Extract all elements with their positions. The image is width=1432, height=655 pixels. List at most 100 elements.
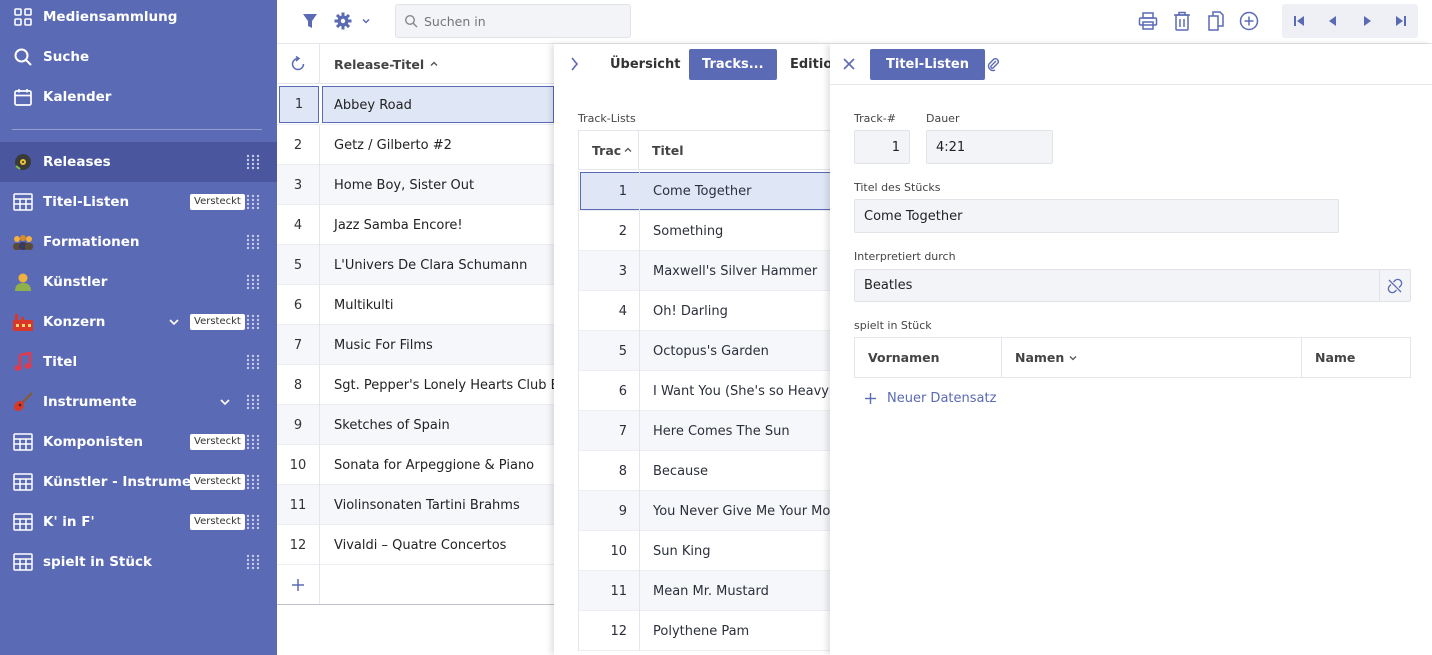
table-header: Release-Titel [277, 44, 554, 84]
search-input[interactable] [424, 13, 624, 29]
trash-icon[interactable] [1171, 10, 1193, 32]
track-row[interactable]: 6 I Want You (She's so Heavy [578, 371, 830, 411]
gear-icon[interactable] [332, 10, 354, 32]
table-row[interactable]: 4 Jazz Samba Encore! [277, 205, 554, 245]
table-row[interactable]: 11 Violinsonaten Tartini Brahms [277, 485, 554, 525]
sidebar-item-label: Künstler - Instrument [43, 474, 208, 490]
close-icon[interactable] [842, 57, 856, 75]
table-row[interactable]: 9 Sketches of Spain [277, 405, 554, 445]
column-header-label: Trac [592, 142, 622, 158]
performed-by-value: Beatles [864, 278, 913, 293]
drag-handle-icon[interactable] [246, 474, 260, 490]
column-header-namen[interactable]: Namen [1015, 338, 1078, 377]
add-circle-icon[interactable] [1238, 10, 1260, 32]
table-row[interactable]: 6 Multikulti [277, 285, 554, 325]
track-row[interactable]: 3 Maxwell's Silver Hammer [578, 251, 830, 291]
sidebar-item-instrumente[interactable]: Instrumente [0, 382, 277, 422]
nav-kalender[interactable]: Kalender [0, 77, 277, 117]
filter-icon[interactable] [299, 10, 321, 32]
track-row[interactable]: 10 Sun King [578, 531, 830, 571]
track-row[interactable]: 7 Here Comes The Sun [578, 411, 830, 451]
next-record-icon[interactable] [1350, 4, 1384, 38]
table-row[interactable]: 12 Vivaldi – Quatre Concertos [277, 525, 554, 565]
track-number: 5 [579, 331, 640, 371]
column-header-vornamen[interactable]: Vornamen [868, 338, 939, 377]
table-icon [12, 511, 34, 533]
search-box[interactable] [395, 4, 631, 38]
track-row[interactable]: 9 You Never Give Me Your Money [578, 491, 831, 531]
tab-uebersicht[interactable]: Übersicht [597, 49, 693, 80]
column-header-label: Release-Titel [334, 56, 425, 72]
drag-handle-icon[interactable] [246, 434, 260, 450]
table-row[interactable]: 8 Sgt. Pepper's Lonely Hearts Club Band [277, 365, 584, 405]
track-row[interactable]: 5 Octopus's Garden [578, 331, 830, 371]
sidebar-item-spielt-in-stueck[interactable]: spielt in Stück [0, 542, 277, 582]
sidebar-item-konzern[interactable]: Konzern Versteckt [0, 302, 277, 342]
track-row[interactable]: 11 Mean Mr. Mustard [578, 571, 830, 611]
column-header-release-title[interactable]: Release-Titel [334, 44, 440, 84]
drag-handle-icon[interactable] [246, 314, 260, 330]
drag-handle-icon[interactable] [246, 354, 260, 370]
table-row[interactable]: 7 Music For Films [277, 325, 554, 365]
chevron-down-icon[interactable] [217, 394, 233, 410]
unlink-icon[interactable] [1379, 270, 1410, 301]
sidebar-item-kuenstler[interactable]: Künstler [0, 262, 277, 302]
track-row[interactable]: 4 Oh! Darling [578, 291, 830, 331]
drag-handle-icon[interactable] [246, 514, 260, 530]
nav-label: Mediensammlung [43, 9, 178, 25]
table-row[interactable]: 5 L'Univers De Clara Schumann [277, 245, 554, 285]
column-header-title[interactable]: Titel [652, 131, 684, 169]
track-title: Polythene Pam [653, 623, 750, 639]
sidebar-item-label: Konzern [43, 314, 106, 330]
drag-handle-icon[interactable] [246, 554, 260, 570]
performed-by-field[interactable]: Beatles [854, 269, 1411, 302]
sidebar-item-formationen[interactable]: Formationen [0, 222, 277, 262]
track-row[interactable]: 2 Something [578, 211, 830, 251]
sidebar-item-releases[interactable]: Releases [0, 142, 277, 182]
column-header-track[interactable]: Trac [579, 131, 639, 169]
tab-tracks[interactable]: Tracks... [689, 49, 777, 80]
drag-handle-icon[interactable] [246, 194, 260, 210]
duration-field[interactable]: 4:21 [926, 130, 1053, 164]
column-header-name[interactable]: Name [1315, 338, 1355, 377]
track-title: Something [653, 223, 724, 239]
attachment-icon[interactable] [986, 56, 1000, 76]
chevron-right-icon[interactable] [566, 56, 582, 76]
track-row[interactable]: 12 Polythene Pam [578, 611, 830, 651]
sidebar-item-titel-listen[interactable]: Titel-Listen Versteckt [0, 182, 277, 222]
add-row-button[interactable] [277, 565, 320, 605]
piece-title-field[interactable]: Come Together [854, 199, 1339, 233]
track-row[interactable]: 1 Come Together [578, 171, 831, 211]
drag-handle-icon[interactable] [246, 274, 260, 290]
last-record-icon[interactable] [1384, 4, 1418, 38]
table-row[interactable]: 1 Abbey Road [277, 85, 554, 125]
drag-handle-icon[interactable] [246, 394, 260, 410]
print-icon[interactable] [1137, 10, 1159, 32]
sidebar-item-label: K' in F' [43, 514, 95, 530]
chevron-down-icon[interactable] [166, 314, 182, 330]
table-row[interactable]: 10 Sonata for Arpeggione & Piano [277, 445, 554, 485]
drag-handle-icon[interactable] [246, 154, 260, 170]
table-row[interactable]: 2 Getz / Gilberto #2 [277, 125, 554, 165]
nav-suche[interactable]: Suche [0, 37, 277, 77]
sidebar-item-kuenstler-instrument[interactable]: Künstler - Instrument Versteckt [0, 462, 277, 502]
track-number-field[interactable]: 1 [854, 130, 910, 164]
track-row[interactable]: 8 Because [578, 451, 830, 491]
refresh-icon[interactable] [277, 44, 320, 84]
track-title: Sun King [653, 543, 711, 559]
chevron-down-icon[interactable] [355, 10, 377, 32]
new-record-button[interactable]: Neuer Datensatz [864, 388, 996, 408]
release-title: L'Univers De Clara Schumann [334, 257, 528, 273]
table-row[interactable]: 3 Home Boy, Sister Out [277, 165, 554, 205]
sidebar-item-titel[interactable]: Titel [0, 342, 277, 382]
track-number-label: Track-# [854, 112, 896, 125]
tab-titel-listen[interactable]: Titel-Listen [870, 49, 985, 80]
nav-mediensammlung[interactable]: Mediensammlung [0, 0, 277, 37]
sidebar-item-komponisten[interactable]: Komponisten Versteckt [0, 422, 277, 462]
sidebar-item-k-in-f[interactable]: K' in F' Versteckt [0, 502, 277, 542]
first-record-icon[interactable] [1282, 4, 1316, 38]
drag-handle-icon[interactable] [246, 234, 260, 250]
previous-record-icon[interactable] [1316, 4, 1350, 38]
toolbar [277, 0, 1432, 44]
duplicate-icon[interactable] [1205, 10, 1227, 32]
